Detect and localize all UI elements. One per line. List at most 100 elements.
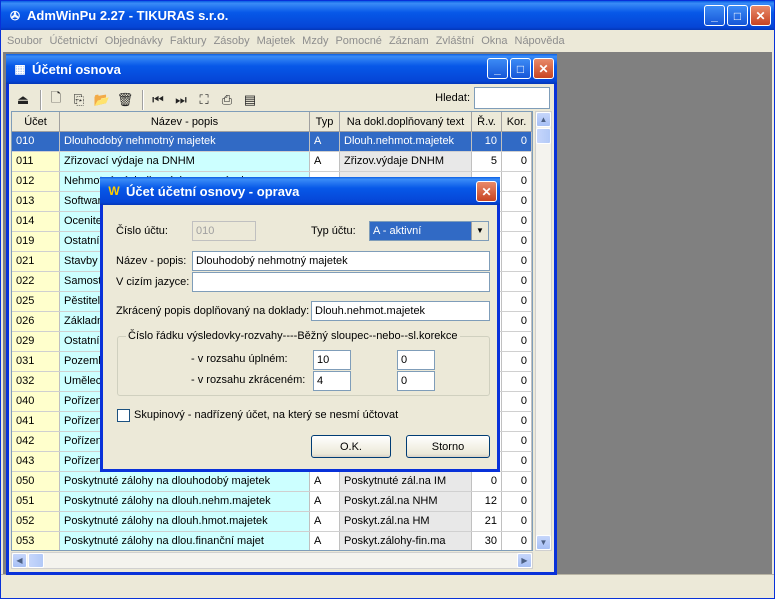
close-button[interactable]: ✕ <box>750 5 771 26</box>
main-titlebar[interactable]: ✇ AdmWinPu 2.27 - TIKURAS s.r.o. _ □ ✕ <box>1 1 774 30</box>
account-type-select[interactable]: A - aktivní ▼ <box>369 221 489 241</box>
child-close-button[interactable]: ✕ <box>533 58 554 79</box>
column-header-typ[interactable]: Typ <box>310 112 340 131</box>
print-icon[interactable]: ⎙ <box>217 90 237 110</box>
last-record-icon[interactable]: ⏭ <box>171 90 191 110</box>
cell-kor: 0 <box>502 392 532 411</box>
chevron-down-icon[interactable]: ▼ <box>471 222 488 240</box>
storno-button[interactable]: Storno <box>406 435 490 458</box>
group-account-label: Skupinový - nadřízený účet, na který se … <box>134 409 399 421</box>
cell-ucet: 053 <box>12 532 60 550</box>
minimize-button[interactable]: _ <box>704 5 725 26</box>
scroll-left-button[interactable]: ◀ <box>12 553 27 568</box>
grid-header: Účet Název - popis Typ Na dokl.doplňovan… <box>12 112 532 132</box>
cell-kor: 0 <box>502 492 532 511</box>
scroll-thumb[interactable] <box>536 128 551 144</box>
menu-napoveda[interactable]: Nápověda <box>515 35 570 47</box>
child-maximize-button[interactable]: □ <box>510 58 531 79</box>
cell-nazev: Poskytnuté zálohy na dlou.finanční majet <box>60 532 310 550</box>
column-header-kor[interactable]: Kor. <box>502 112 532 131</box>
first-record-icon[interactable]: ⏮ <box>148 90 168 110</box>
column-header-rv[interactable]: Ř.v. <box>472 112 502 131</box>
table-row[interactable]: 010 Dlouhodobý nehmotný majetek A Dlouh.neh… <box>12 132 532 152</box>
arrow-right-icon: ▶ <box>521 556 528 565</box>
short-range-current-field[interactable]: 4 <box>313 371 351 391</box>
scroll-right-button[interactable]: ▶ <box>517 553 532 568</box>
cell-text: Dlouh.nehmot.majetek <box>340 132 472 151</box>
full-range-correction-field[interactable]: 0 <box>397 350 435 370</box>
vertical-scrollbar[interactable]: ▲ ▼ <box>535 111 552 551</box>
menu-okna[interactable]: Okna <box>481 35 512 47</box>
table-row[interactable]: 011 Zřizovací výdaje na DNHM A Zřizov.výdaj… <box>12 152 532 172</box>
delete-icon[interactable]: 🗑 <box>115 90 135 110</box>
copy-icon[interactable]: ⎘ <box>69 90 89 110</box>
name-field[interactable]: Dlouhodobý nehmotný majetek <box>192 251 490 271</box>
cell-kor: 0 <box>502 272 532 291</box>
horizontal-scrollbar[interactable]: ◀ ▶ <box>11 552 533 569</box>
hscroll-thumb[interactable] <box>28 553 44 568</box>
table-row[interactable]: 053 Poskytnuté zálohy na dlou.finanční ma… <box>12 532 532 550</box>
full-range-label: - v rozsahu úplném: <box>191 353 288 365</box>
cell-ucet: 025 <box>12 292 60 311</box>
group-account-checkbox[interactable] <box>117 409 130 422</box>
edit-account-dialog: W Účet účetní osnovy - oprava ✕ Číslo úč… <box>100 177 500 472</box>
cell-kor: 0 <box>502 512 532 531</box>
menu-mzdy[interactable]: Mzdy <box>302 35 333 47</box>
foreign-language-field[interactable] <box>192 272 490 292</box>
cell-ucet: 043 <box>12 452 60 471</box>
ok-button[interactable]: O.K. <box>311 435 391 458</box>
menu-zaznam[interactable]: Záznam <box>389 35 434 47</box>
cell-rv: 30 <box>472 532 502 550</box>
menu-soubor[interactable]: Soubor <box>7 35 47 47</box>
status-bar <box>1 574 774 598</box>
column-header-ucet[interactable]: Účet <box>12 112 60 131</box>
open-folder-icon[interactable]: 📂 <box>92 90 112 110</box>
maximize-button[interactable]: □ <box>727 5 748 26</box>
cell-text: Poskytnuté zál.na IM <box>340 472 472 491</box>
dialog-body: Číslo účtu: 010 Typ účtu: A - aktivní ▼ … <box>103 205 497 469</box>
menu-faktury[interactable]: Faktury <box>170 35 212 47</box>
dialog-close-button[interactable]: ✕ <box>476 181 497 202</box>
cell-ucet: 013 <box>12 192 60 211</box>
column-header-text[interactable]: Na dokl.doplňovaný text <box>340 112 472 131</box>
table-row[interactable]: 050 Poskytnuté zálohy na dlouhodobý majet… <box>12 472 532 492</box>
column-header-nazev[interactable]: Název - popis <box>60 112 310 131</box>
menu-pomocne[interactable]: Pomocné <box>335 35 386 47</box>
cell-rv: 5 <box>472 152 502 171</box>
short-range-correction-field[interactable]: 0 <box>397 371 435 391</box>
cell-rv: 10 <box>472 132 502 151</box>
scroll-up-button[interactable]: ▲ <box>536 112 551 127</box>
cell-ucet: 050 <box>12 472 60 491</box>
menu-majetek[interactable]: Majetek <box>257 35 301 47</box>
menu-zvlastni[interactable]: Zvláštní <box>436 35 480 47</box>
full-range-current-field[interactable]: 10 <box>313 350 351 370</box>
cell-text: Zřizov.výdaje DNHM <box>340 152 472 171</box>
close-icon: ✕ <box>755 8 766 23</box>
dialog-titlebar[interactable]: W Účet účetní osnovy - oprava ✕ <box>100 177 500 205</box>
cell-kor: 0 <box>502 292 532 311</box>
menu-zasoby[interactable]: Zásoby <box>214 35 255 47</box>
dialog-logo-icon: W <box>108 184 120 198</box>
cell-nazev: Poskytnuté zálohy na dlouhodobý majetek <box>60 472 310 491</box>
cell-nazev: Poskytnuté zálohy na dlouh.hmot.majetek <box>60 512 310 531</box>
child-minimize-button[interactable]: _ <box>487 58 508 79</box>
cell-ucet: 051 <box>12 492 60 511</box>
cell-kor: 0 <box>502 152 532 171</box>
table-row[interactable]: 051 Poskytnuté zálohy na dlouh.nehm.majet… <box>12 492 532 512</box>
cell-kor: 0 <box>502 432 532 451</box>
child-titlebar[interactable]: ▦ Účetní osnova _ □ ✕ <box>6 54 557 84</box>
export-excel-icon[interactable]: ▤ <box>240 90 260 110</box>
short-description-field[interactable]: Dlouh.nehmot.majetek <box>311 301 490 321</box>
exit-icon[interactable]: ⏏ <box>13 90 33 110</box>
toolbar-separator <box>142 90 144 110</box>
search-input[interactable] <box>474 87 550 109</box>
menu-objednavky[interactable]: Objednávky <box>105 35 168 47</box>
scroll-down-button[interactable]: ▼ <box>536 535 551 550</box>
cell-ucet: 010 <box>12 132 60 151</box>
select-icon[interactable]: ⛶ <box>194 90 214 110</box>
name-label: Název - popis: <box>116 255 187 267</box>
table-row[interactable]: 052 Poskytnuté zálohy na dlouh.hmot.majet… <box>12 512 532 532</box>
arrow-up-icon: ▲ <box>539 115 548 124</box>
new-icon[interactable]: 🗋 <box>46 90 66 110</box>
menu-ucetnictvi[interactable]: Účetnictví <box>49 35 102 47</box>
